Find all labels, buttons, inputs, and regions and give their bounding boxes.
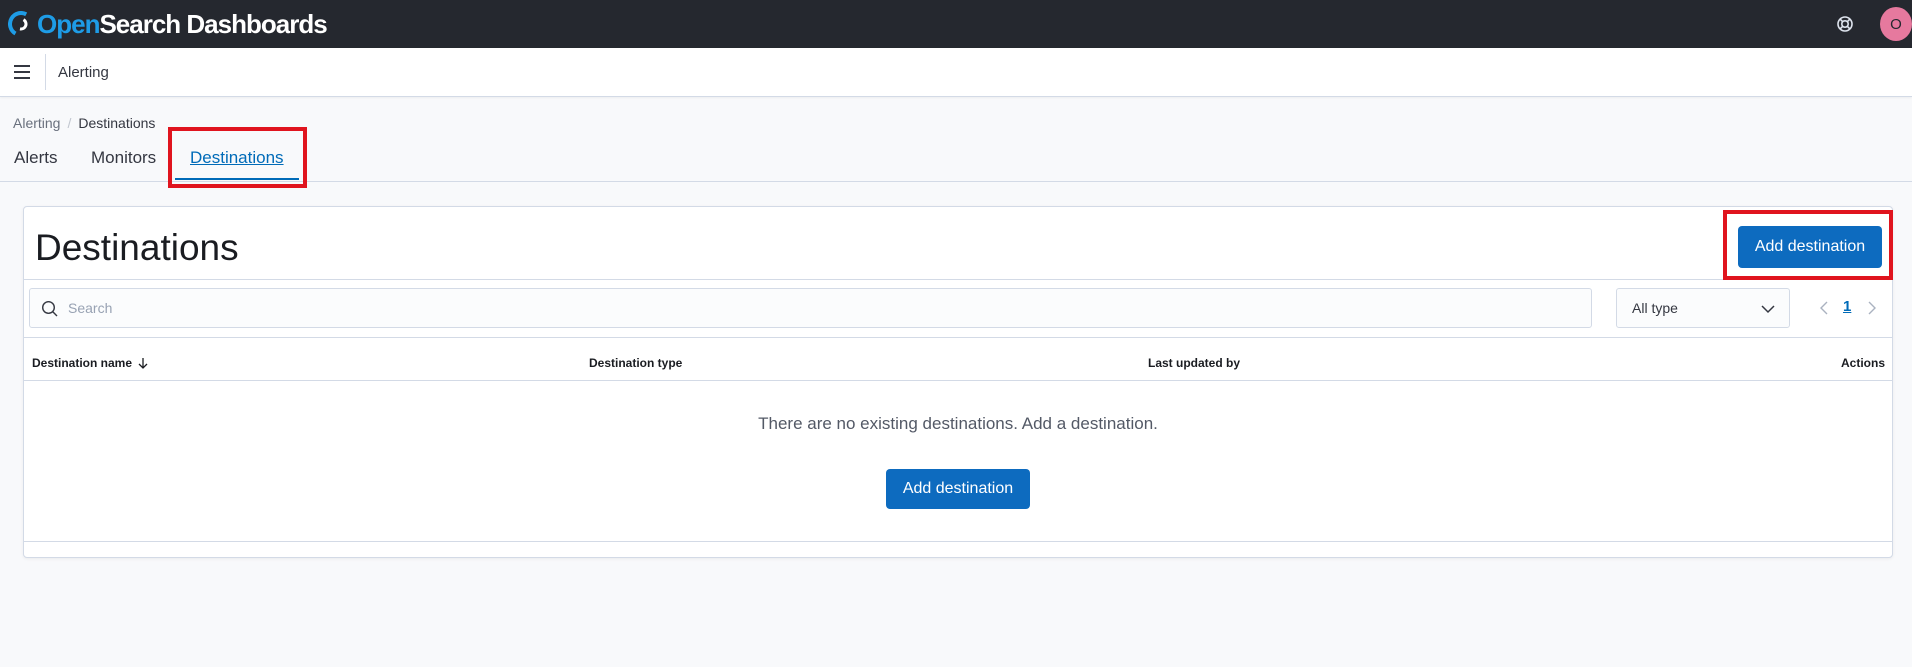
search-icon xyxy=(41,300,58,317)
opensearch-logo-icon xyxy=(8,11,34,37)
chevron-right-icon[interactable] xyxy=(1866,301,1878,315)
page-title: Destinations xyxy=(35,227,239,268)
tab-monitors[interactable]: Monitors xyxy=(91,148,156,168)
chevron-left-icon[interactable] xyxy=(1818,301,1830,315)
empty-add-destination-button[interactable]: Add destination xyxy=(886,469,1030,509)
breadcrumb: Alerting / Destinations xyxy=(13,115,155,131)
breadcrumb-destinations: Destinations xyxy=(78,115,156,131)
breadcrumb-alerting[interactable]: Alerting xyxy=(13,115,60,131)
logo-text: OpenSearch Dashboards xyxy=(37,8,328,39)
search-field[interactable] xyxy=(29,288,1592,328)
column-header-destination-type[interactable]: Destination type xyxy=(589,356,682,370)
search-input[interactable] xyxy=(68,289,1568,327)
column-header-destination-name[interactable]: Destination name xyxy=(32,356,149,370)
highlight-box-destinations-tab xyxy=(168,127,307,188)
help-icon[interactable] xyxy=(1834,13,1856,35)
type-filter-select[interactable]: All type xyxy=(1616,288,1790,328)
panel-footer-divider xyxy=(24,541,1892,542)
navbar-app-title[interactable]: Alerting xyxy=(58,64,109,81)
pagination-page-1[interactable]: 1 xyxy=(1843,298,1851,315)
breadcrumb-separator: / xyxy=(67,115,72,131)
add-destination-button[interactable]: Add destination xyxy=(1738,226,1882,268)
user-avatar[interactable]: O xyxy=(1880,7,1912,41)
nav-divider xyxy=(45,54,46,90)
column-header-actions: Actions xyxy=(1841,356,1886,370)
type-filter-value: All type xyxy=(1632,300,1678,316)
hamburger-menu-icon[interactable] xyxy=(8,60,36,84)
arrow-down-icon xyxy=(138,358,148,369)
app-navbar: Alerting xyxy=(0,48,1912,97)
panel-header-divider xyxy=(24,279,1892,280)
chevron-down-icon xyxy=(1761,305,1775,314)
global-header: OpenSearch Dashboards O xyxy=(0,0,1912,48)
table-header: Destination name Destination type Last u… xyxy=(24,337,1892,381)
pagination: 1 xyxy=(1818,298,1878,318)
opensearch-dashboards-logo[interactable]: OpenSearch Dashboards xyxy=(8,8,328,39)
tab-alerts[interactable]: Alerts xyxy=(14,148,57,168)
empty-table-message: There are no existing destinations. Add … xyxy=(758,414,1158,433)
column-header-last-updated-by[interactable]: Last updated by xyxy=(1148,356,1240,370)
